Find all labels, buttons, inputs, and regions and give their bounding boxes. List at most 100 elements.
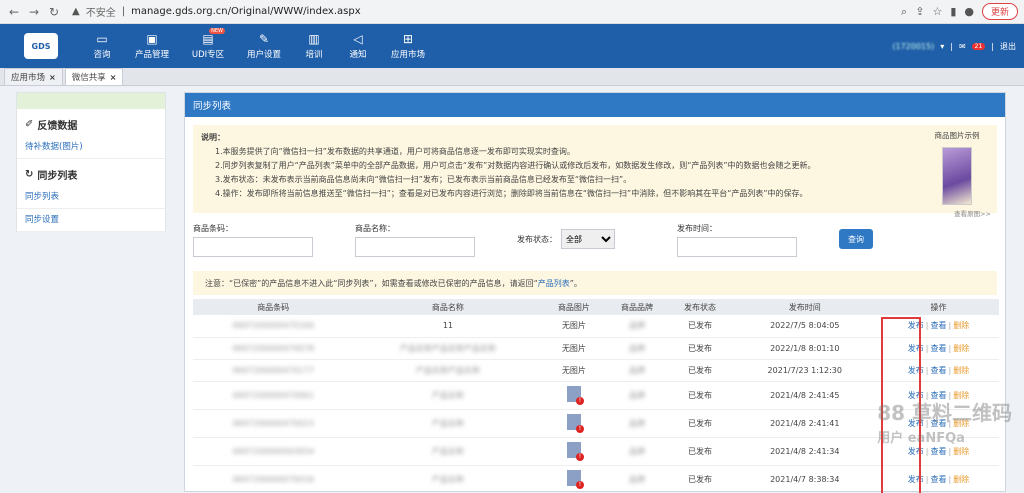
view-original-link[interactable]: 查看原图>> xyxy=(923,207,991,221)
cell-name: 产品名称 xyxy=(353,437,543,466)
tab-strip: 应用市场 × 微信共享 × xyxy=(0,68,1024,86)
product-thumbnail[interactable] xyxy=(566,386,584,405)
cell-time: 2021/4/8 2:41:34 xyxy=(731,437,879,466)
gds-logo[interactable]: GDS xyxy=(24,33,58,59)
col-time: 发布时间 xyxy=(731,299,879,315)
menu-udi[interactable]: ▤ NEW UDI专区 xyxy=(182,28,234,60)
new-badge: NEW xyxy=(209,28,225,34)
id-card-icon: ▤ xyxy=(202,32,214,46)
cell-image xyxy=(542,381,606,410)
update-button[interactable]: 更新 xyxy=(981,3,1018,20)
address-bar[interactable]: ▲ 不安全 | manage.gds.org.cn/Original/WWW/i… xyxy=(72,4,361,19)
publish-link[interactable]: 发布 xyxy=(908,475,924,484)
cell-barcode: 0697200000470177 xyxy=(193,359,354,382)
cell-time: 2022/1/8 8:01:10 xyxy=(731,337,879,360)
share-icon[interactable]: ⇪ xyxy=(915,5,924,18)
view-link[interactable]: 查看 xyxy=(931,391,947,400)
logout-link[interactable]: 退出 xyxy=(1000,41,1016,52)
sidebar-section-sync: ↻ 同步列表 xyxy=(25,169,78,182)
status-select[interactable]: 全部 xyxy=(561,229,615,249)
view-link[interactable]: 查看 xyxy=(931,475,947,484)
col-barcode: 商品条码 xyxy=(193,299,354,315)
sidebar: ✐ 反馈数据 待补数据(图片) ↻ 同步列表 同步列表 同步设置 xyxy=(16,92,166,232)
publish-link[interactable]: 发布 xyxy=(908,344,924,353)
sidebar-item-missing-images[interactable]: 待补数据(图片) xyxy=(17,136,165,159)
instructions-box: 说明： 1.本服务提供了向“微信扫一扫”发布数据的共享通道，用户可将商品信息逐一… xyxy=(193,125,997,218)
grid-icon: ⊞ xyxy=(402,32,414,46)
chevron-down-icon[interactable]: ▾ xyxy=(940,42,944,51)
cell-barcode: 0697200000070016 xyxy=(193,465,354,493)
sample-image[interactable] xyxy=(942,147,972,205)
menu-training[interactable]: ▥ 培训 xyxy=(294,32,334,60)
cell-time: 2022/7/5 8:04:05 xyxy=(731,315,879,338)
table-row: 0697200000470078 产品名称产品名称产品名称 无图片 品牌 已发布 2022… xyxy=(193,337,999,360)
box-icon: ▣ xyxy=(146,32,158,46)
star-icon[interactable]: ☆ xyxy=(932,5,942,18)
delete-link[interactable]: 删除 xyxy=(953,391,969,400)
sidebar-icon[interactable]: ▮ xyxy=(950,5,956,18)
product-list-link[interactable]: 产品列表 xyxy=(538,278,570,289)
col-name: 商品名称 xyxy=(353,299,543,315)
forward-icon[interactable]: → xyxy=(26,5,42,19)
delete-link[interactable]: 删除 xyxy=(953,321,969,330)
close-icon[interactable]: × xyxy=(110,73,117,82)
barcode-filter: 商品条码： xyxy=(193,223,355,257)
cell-actions: 发布 | 查看 | 删除 xyxy=(878,337,999,360)
delete-link[interactable]: 删除 xyxy=(953,475,969,484)
refresh-icon: ↻ xyxy=(25,169,34,180)
url-text: manage.gds.org.cn/Original/WWW/index.asp… xyxy=(131,6,361,17)
menu-product[interactable]: ▣ 产品管理 xyxy=(126,32,178,60)
mail-icon[interactable]: ✉ xyxy=(959,42,966,51)
delete-link[interactable]: 删除 xyxy=(953,344,969,353)
product-thumbnail[interactable] xyxy=(566,442,584,461)
cell-status: 已发布 xyxy=(668,465,732,493)
cell-actions: 发布 | 查看 | 删除 xyxy=(878,359,999,382)
cell-name: 11 xyxy=(353,315,543,338)
cell-image xyxy=(542,465,606,493)
publish-link[interactable]: 发布 xyxy=(908,366,924,375)
reload-icon[interactable]: ↻ xyxy=(46,5,62,19)
menu-app-market[interactable]: ⊞ 应用市场 xyxy=(382,32,434,60)
product-thumbnail[interactable] xyxy=(566,414,584,433)
cell-brand: 品牌 xyxy=(605,465,669,493)
profile-icon[interactable]: ● xyxy=(964,5,974,18)
watermark: 88 草料二维码 用户 eaNFQa xyxy=(877,401,1012,446)
back-icon[interactable]: ← xyxy=(6,5,22,19)
speaker-icon: ◁ xyxy=(353,32,363,46)
sidebar-item-sync-settings[interactable]: 同步设置 xyxy=(17,209,165,232)
sample-image-box: 商品图片示例 查看原图>> xyxy=(923,129,992,221)
time-input[interactable] xyxy=(677,237,797,257)
sidebar-header xyxy=(17,93,165,109)
menu-user-settings[interactable]: ✎ 用户设置 xyxy=(238,32,290,60)
tab-app-market[interactable]: 应用市场 × xyxy=(4,68,63,85)
cell-barcode: 0697200000003054 xyxy=(193,437,354,466)
publish-link[interactable]: 发布 xyxy=(908,321,924,330)
tab-wechat-share[interactable]: 微信共享 × xyxy=(64,68,124,85)
view-link[interactable]: 查看 xyxy=(931,321,947,330)
cell-barcode: 0697200000470160 xyxy=(193,315,354,338)
browser-toolbar: ← → ↻ ▲ 不安全 | manage.gds.org.cn/Original… xyxy=(0,0,1024,24)
sync-table: 商品条码 商品名称 商品图片 商品品牌 发布状态 发布时间 操作 0697200… xyxy=(193,299,999,493)
sidebar-item-sync-list[interactable]: 同步列表 xyxy=(17,186,165,209)
zoom-icon[interactable]: ⌕ xyxy=(901,5,907,19)
product-thumbnail[interactable] xyxy=(566,470,584,489)
close-icon[interactable]: × xyxy=(49,73,56,82)
cell-name: 产品名称 xyxy=(353,409,543,438)
search-button[interactable]: 查询 xyxy=(839,229,873,249)
edit-icon: ✎ xyxy=(258,32,270,46)
delete-link[interactable]: 删除 xyxy=(953,366,969,375)
notice-line: 1.本服务提供了向“微信扫一扫”发布数据的共享通道，用户可将商品信息逐一发布即可… xyxy=(215,147,575,156)
user-account[interactable]: (1720015) xyxy=(892,42,934,51)
publish-link[interactable]: 发布 xyxy=(908,391,924,400)
name-input[interactable] xyxy=(355,237,475,257)
barcode-input[interactable] xyxy=(193,237,313,257)
menu-consult[interactable]: ▭ 咨询 xyxy=(82,32,122,60)
cell-time: 2021/4/7 8:38:34 xyxy=(731,465,879,493)
cell-name: 产品名称 xyxy=(353,381,543,410)
cell-status: 已发布 xyxy=(668,315,732,338)
table-row: 0697200000470177 产品名称产品名称 无图片 品牌 已发布 2021/7/2… xyxy=(193,359,999,382)
menu-notice[interactable]: ◁ 通知 xyxy=(338,32,378,60)
cell-brand: 品牌 xyxy=(605,437,669,466)
view-link[interactable]: 查看 xyxy=(931,344,947,353)
view-link[interactable]: 查看 xyxy=(931,366,947,375)
